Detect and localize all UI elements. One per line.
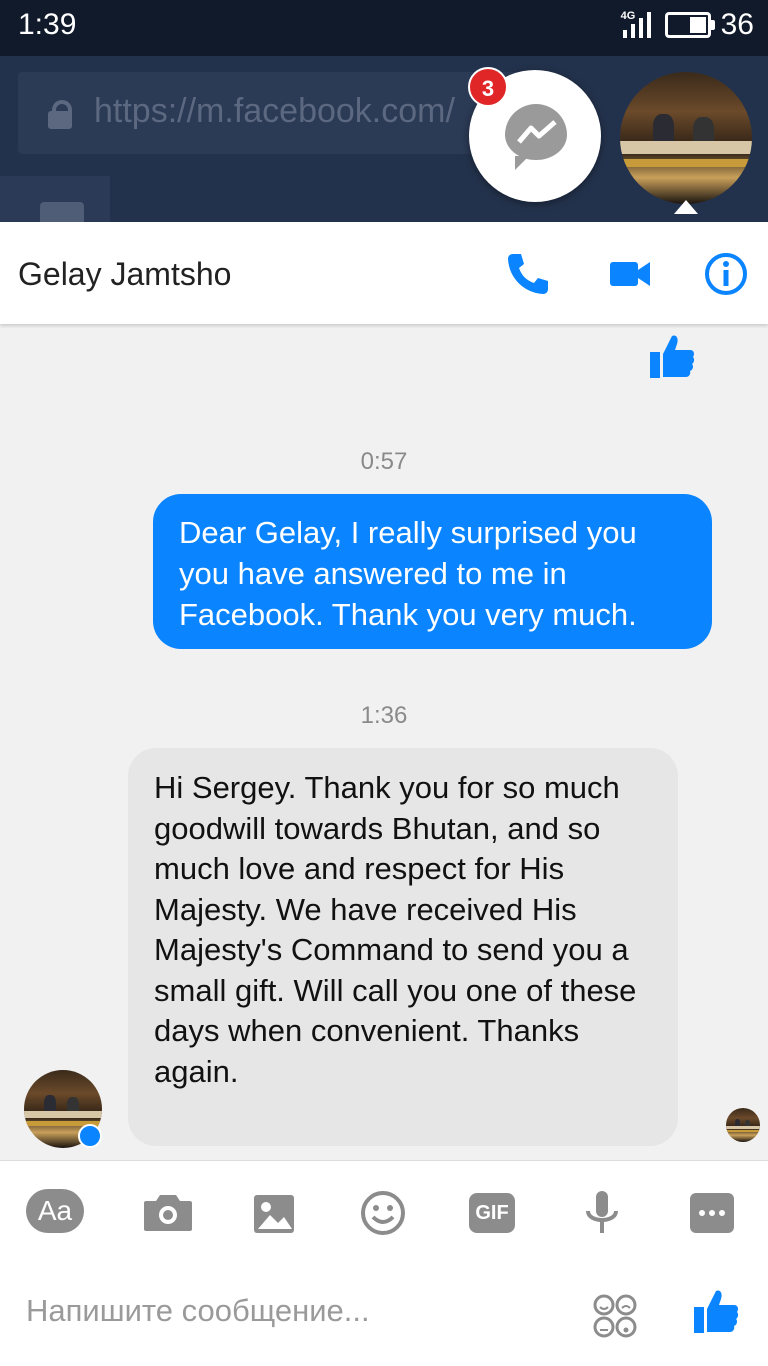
seen-receipt-avatar	[726, 1108, 760, 1142]
timestamp: 1:36	[360, 702, 408, 729]
timestamp: 0:57	[360, 448, 408, 475]
contact-chat-head[interactable]	[620, 72, 752, 204]
chat-head-pointer	[674, 200, 698, 214]
thumbs-up-send-icon[interactable]	[690, 1285, 742, 1337]
unread-badge: 3	[468, 67, 508, 107]
battery-level: 36	[720, 8, 754, 41]
url-bar[interactable]: https://m.facebook.com/	[18, 72, 538, 154]
thumbs-up-icon	[650, 335, 695, 378]
status-indicators: 4G 36	[621, 8, 754, 42]
gallery-icon[interactable]	[246, 1189, 302, 1237]
status-bar: 1:39 4G 36	[0, 0, 768, 56]
messenger-badge-icon	[78, 1124, 102, 1148]
battery-icon	[664, 12, 715, 38]
network-type: 4G	[620, 10, 636, 22]
message-input[interactable]: Напишите сообщение...	[26, 1293, 370, 1329]
url-text: https://m.facebook.com/	[94, 92, 455, 130]
microphone-icon[interactable]	[574, 1189, 630, 1237]
emoji-icon[interactable]	[355, 1189, 411, 1237]
messenger-icon	[505, 104, 567, 170]
contact-name[interactable]: Gelay Jamtsho	[18, 256, 231, 293]
phone-icon[interactable]	[504, 250, 552, 298]
conversation-header: Gelay Jamtsho	[0, 222, 768, 324]
signal-icon: 4G	[621, 10, 655, 40]
outgoing-message[interactable]: Dear Gelay, I really surprised you you h…	[153, 494, 712, 649]
stickers-icon[interactable]	[592, 1293, 638, 1339]
more-icon[interactable]	[690, 1193, 734, 1233]
text-format-button[interactable]: Aa	[26, 1189, 84, 1233]
lock-icon	[48, 100, 72, 129]
composer: Aa GIF Напишите сообщение...	[0, 1160, 768, 1366]
info-icon[interactable]	[702, 250, 750, 298]
gif-button[interactable]: GIF	[469, 1193, 515, 1233]
incoming-message[interactable]: Hi Sergey. Thank you for so much goodwil…	[128, 748, 678, 1146]
browser-tab-news-feed[interactable]	[0, 176, 110, 226]
video-camera-icon[interactable]	[606, 250, 654, 298]
status-time: 1:39	[18, 8, 77, 41]
camera-icon[interactable]	[140, 1189, 196, 1237]
